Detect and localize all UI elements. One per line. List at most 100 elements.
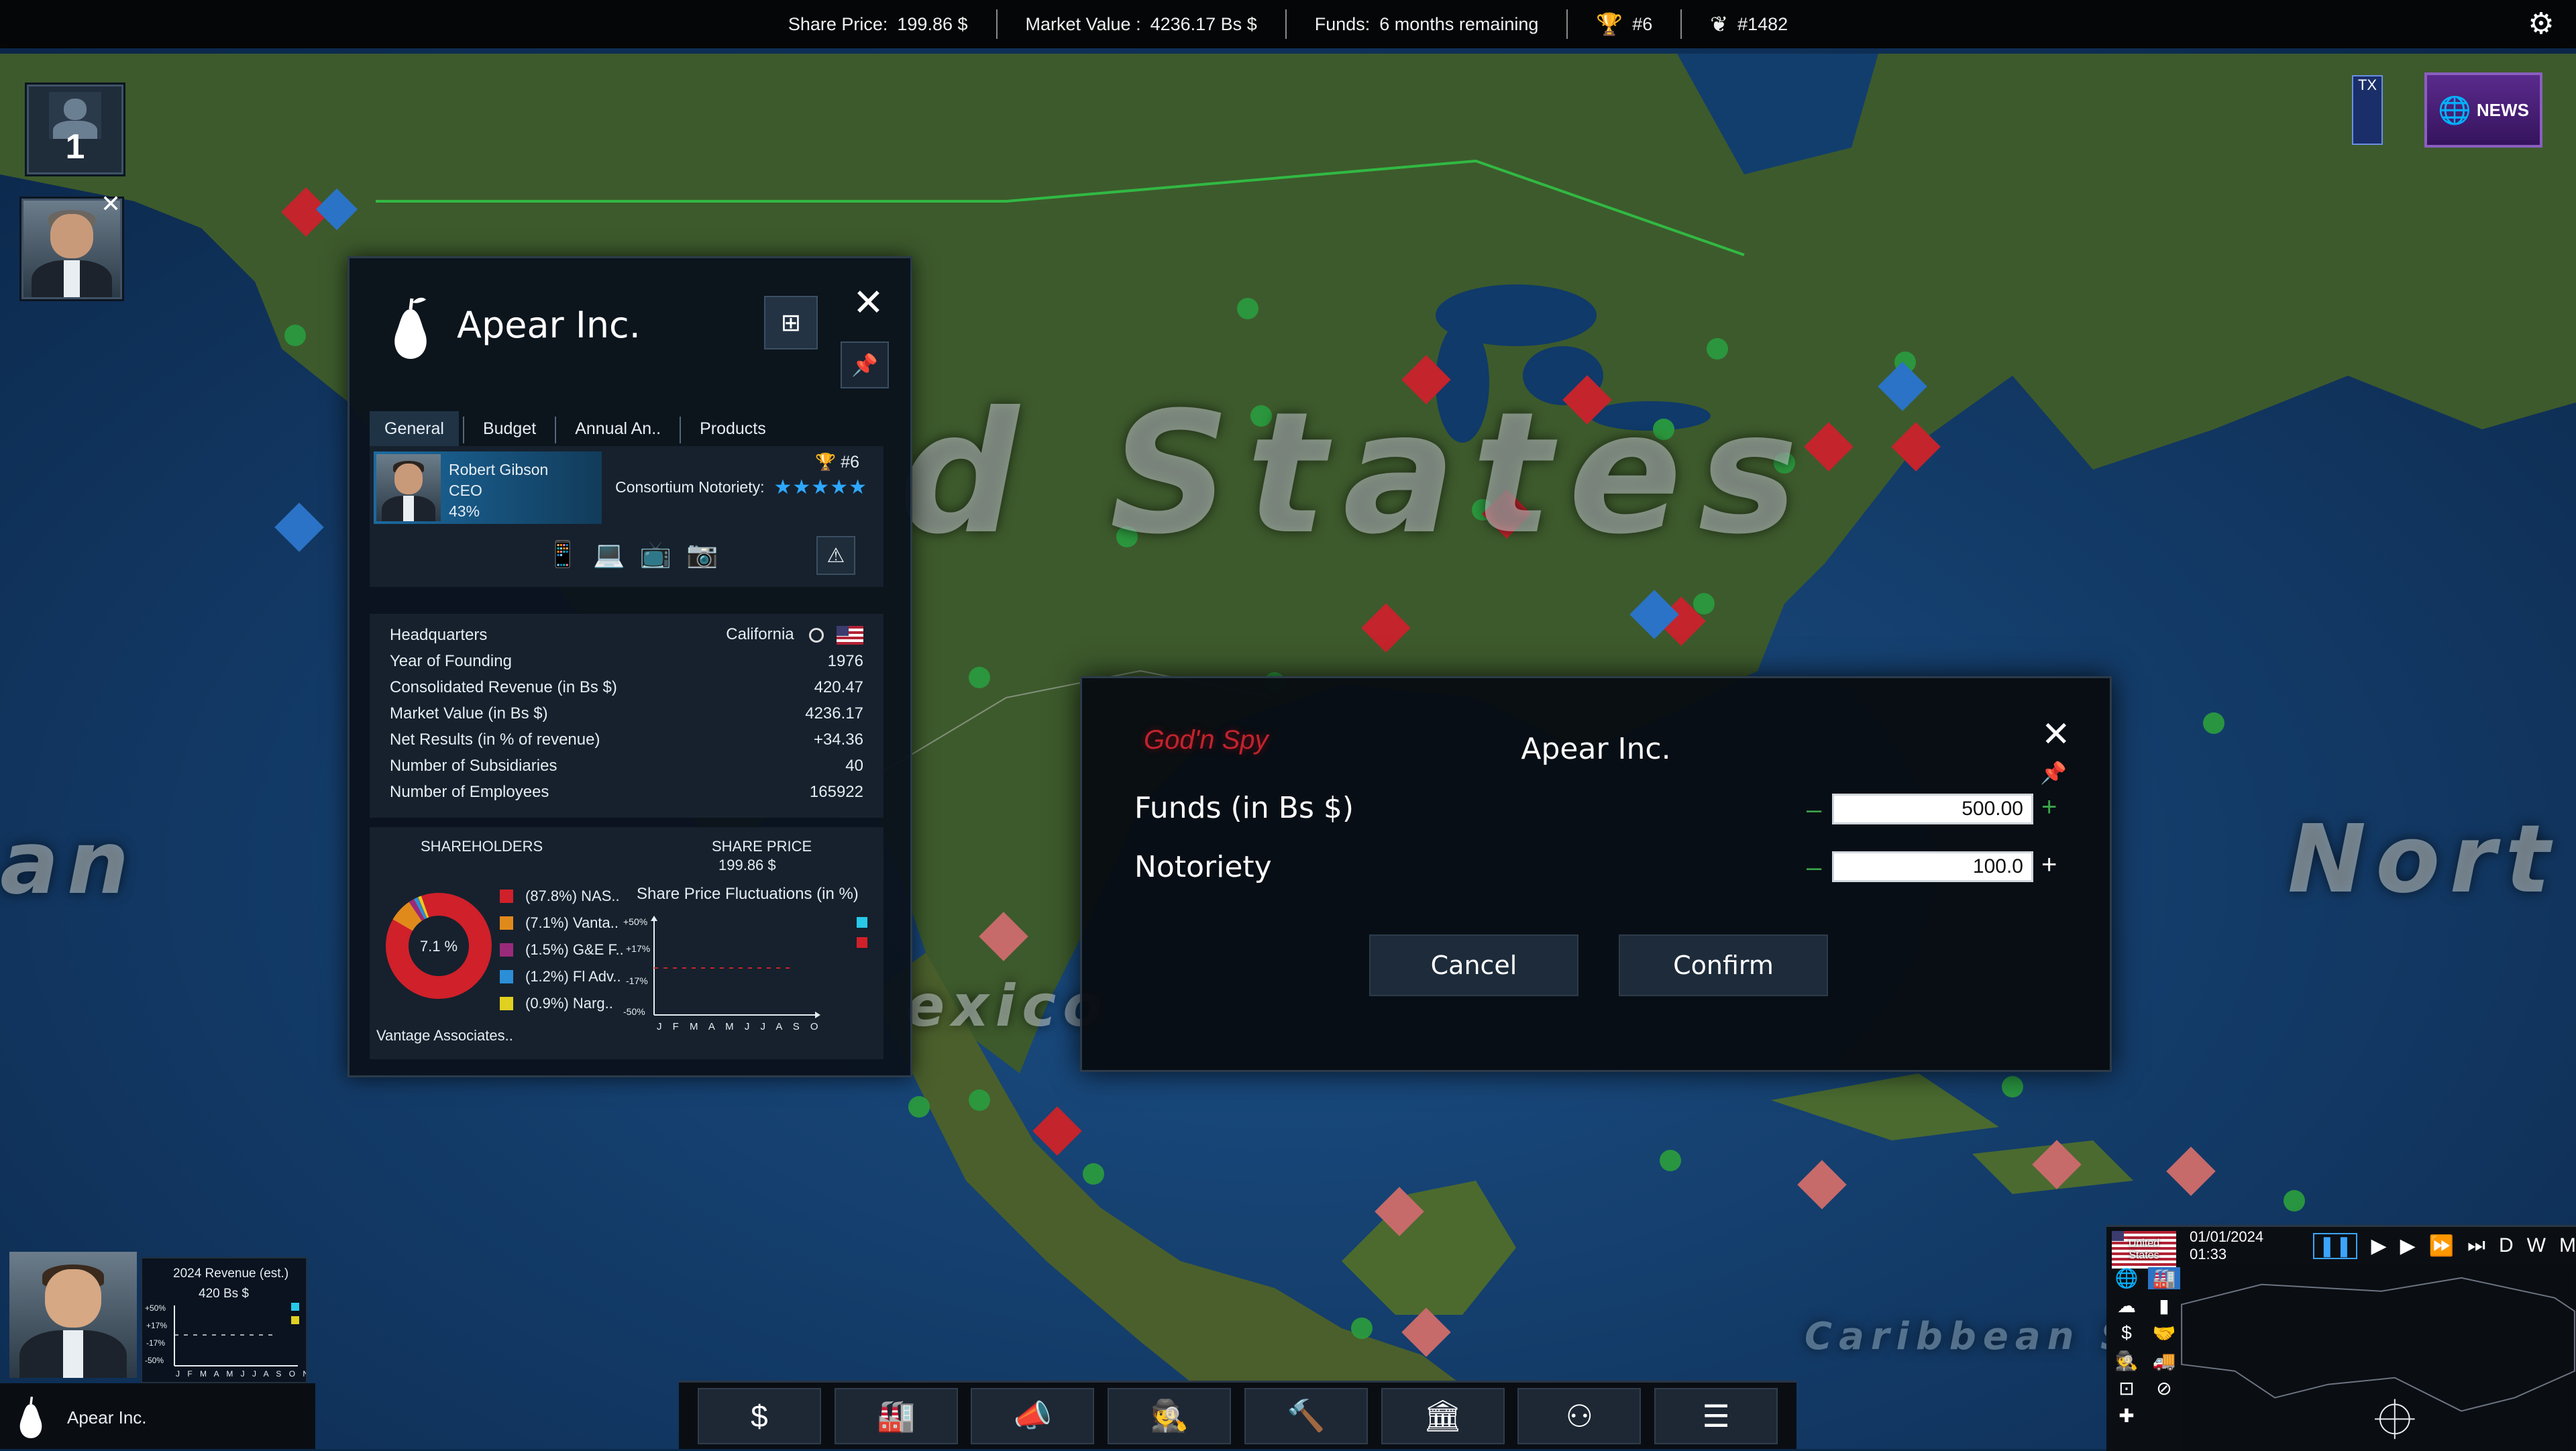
legend-swatch <box>500 997 513 1010</box>
play-icon[interactable]: ▶ <box>2400 1234 2416 1258</box>
tv-icon[interactable]: 📺 <box>640 540 672 570</box>
minimap-view[interactable] <box>2180 1265 2576 1451</box>
shareholder-legend-item[interactable]: (87.8%) NAS.. <box>500 888 620 905</box>
notoriety-increase-button[interactable]: + <box>2041 851 2057 878</box>
speed-month-button[interactable]: M <box>2559 1234 2576 1257</box>
marketing-button[interactable]: 📣 <box>971 1388 1094 1444</box>
legend-label: (1.2%) Fl Adv.. <box>525 968 621 985</box>
close-icon[interactable]: ✕ <box>853 284 884 321</box>
country-flag-button[interactable]: United States <box>2112 1231 2176 1269</box>
player-bar[interactable]: Apear Inc. <box>0 1383 315 1449</box>
speed-week-button[interactable]: W <box>2527 1234 2546 1257</box>
step-icon[interactable]: ▶ <box>2371 1234 2386 1258</box>
funds-decrease-button[interactable]: – <box>1807 796 1821 823</box>
org-chart-button[interactable]: ⊞ <box>764 296 818 350</box>
globe-icon[interactable]: 🌐 <box>2110 1267 2143 1289</box>
shareholder-legend-item[interactable]: (1.5%) G&E F.. <box>500 941 624 959</box>
spy-icon[interactable]: 🕵 <box>2110 1350 2143 1372</box>
notoriety-decrease-button[interactable]: – <box>1807 854 1821 881</box>
dollar-icon[interactable]: $ <box>2110 1322 2143 1344</box>
tab-products[interactable]: Products <box>685 411 781 449</box>
funds-stat: Funds: 6 months remaining <box>1287 9 1567 39</box>
info-label: Market Value (in Bs $) <box>390 704 548 723</box>
notoriety-input[interactable] <box>1832 851 2033 882</box>
laptop-icon[interactable]: 💻 <box>593 540 625 570</box>
factory-icon[interactable]: 🏭 <box>2148 1267 2180 1289</box>
speed-day-button[interactable]: D <box>2499 1234 2514 1257</box>
revenue-widget: 2024 Revenue (est.) 420 Bs $ +50% +17% -… <box>141 1257 307 1383</box>
market-value-label: Market Value : <box>1026 14 1141 35</box>
shareholder-legend-item[interactable]: (1.2%) Fl Adv.. <box>500 968 621 985</box>
cancel-button[interactable]: Cancel <box>1369 934 1578 996</box>
y-tick: +50% <box>145 1303 166 1313</box>
legal-button[interactable]: 🔨 <box>1244 1388 1368 1444</box>
player-portrait[interactable] <box>9 1252 137 1378</box>
pin-button[interactable]: 📌 <box>841 341 889 388</box>
info-row: Consolidated Revenue (in Bs $) 420.47 <box>370 674 883 700</box>
info-row: Market Value (in Bs $) 4236.17 <box>370 700 883 727</box>
confirm-button[interactable]: Confirm <box>1619 934 1828 996</box>
legend-label: (7.1%) Vanta.. <box>525 914 619 932</box>
truck-icon[interactable]: 🚚 <box>2148 1350 2180 1372</box>
espionage-button[interactable]: 🕵 <box>1108 1388 1231 1444</box>
shareholder-legend-item[interactable]: (0.9%) Narg.. <box>500 995 613 1012</box>
close-icon[interactable]: ✕ <box>2041 717 2071 752</box>
globe-icon[interactable] <box>809 628 824 643</box>
pear-logo-icon <box>387 293 434 360</box>
camera-icon[interactable]: 📷 <box>686 540 718 570</box>
tv-channel-icon[interactable]: TX <box>2352 75 2383 145</box>
ceo-name: Robert Gibson <box>449 460 548 480</box>
info-row: Number of Employees 165922 <box>370 779 883 805</box>
gavel-icon: 🔨 <box>1287 1397 1325 1434</box>
divider <box>463 417 464 443</box>
map-label-country: d States <box>899 376 1814 571</box>
tab-general[interactable]: General <box>370 411 459 449</box>
tv-channel-label: TX <box>2358 76 2377 93</box>
ceo-avatar <box>376 454 441 521</box>
agent-stack-card[interactable]: 1 <box>27 85 123 174</box>
pin-icon[interactable]: 📌 <box>2040 760 2067 786</box>
frame-icon[interactable]: ⊡ <box>2110 1377 2143 1399</box>
pause-icon[interactable]: ❚❚ <box>2313 1233 2357 1259</box>
cloud-icon[interactable]: ☁ <box>2110 1295 2143 1317</box>
ceo-card[interactable]: Robert Gibson CEO 43% <box>374 451 602 524</box>
legend-swatch <box>500 943 513 957</box>
market-value-value: 4236.17 Bs $ <box>1150 14 1257 35</box>
close-icon[interactable]: ✕ <box>101 192 121 216</box>
organization-button[interactable]: ⚇ <box>1517 1388 1641 1444</box>
ceo-section: Robert Gibson CEO 43% 🏆 #6 Consortium No… <box>370 446 883 587</box>
shareholders-header: SHAREHOLDERS <box>421 838 543 855</box>
bar-chart-icon[interactable]: ▮ <box>2148 1295 2180 1317</box>
y-tick: -17% <box>146 1338 165 1348</box>
tab-annual[interactable]: Annual An.. <box>560 411 676 449</box>
gear-icon[interactable]: ⚙ <box>2525 8 2557 40</box>
news-button[interactable]: 🌐 NEWS <box>2424 72 2542 148</box>
government-button[interactable]: 🏛 <box>1381 1388 1505 1444</box>
legend-swatch <box>500 970 513 983</box>
trophy-icon: 🏆 <box>1596 11 1623 37</box>
us-flag-icon <box>837 626 863 645</box>
warning-button[interactable]: ⚠ <box>816 536 855 575</box>
skip-icon[interactable]: ⏭ <box>2467 1234 2485 1257</box>
info-label: Number of Subsidiaries <box>390 757 557 775</box>
funds-increase-button[interactable]: + <box>2041 794 2057 820</box>
funds-input[interactable] <box>1832 794 2033 824</box>
y-tick: +17% <box>626 943 650 954</box>
country-name: United States <box>2116 1238 2172 1262</box>
phone-settings-icon[interactable]: 📱 <box>547 540 578 570</box>
map-label-mexico: exico <box>906 973 1109 1040</box>
factory-icon: 🏭 <box>877 1397 915 1434</box>
info-label: Consolidated Revenue (in Bs $) <box>390 678 617 697</box>
info-label: Number of Employees <box>390 783 549 802</box>
handshake-icon[interactable]: 🤝 <box>2148 1322 2180 1344</box>
fast-forward-icon[interactable]: ⏩ <box>2429 1234 2454 1258</box>
plus-icon[interactable]: ✚ <box>2110 1405 2143 1427</box>
list-button[interactable]: ☰ <box>1654 1388 1778 1444</box>
revenue-value: 420 Bs $ <box>199 1287 249 1301</box>
shareholder-legend-item[interactable]: (7.1%) Vanta.. <box>500 914 619 932</box>
company-action-icons: 📱 💻 📺 📷 <box>547 540 718 570</box>
tab-budget[interactable]: Budget <box>468 411 551 449</box>
production-button[interactable]: 🏭 <box>835 1388 958 1444</box>
no-sign-icon[interactable]: ⊘ <box>2148 1377 2180 1399</box>
finance-button[interactable]: $ <box>698 1388 821 1444</box>
